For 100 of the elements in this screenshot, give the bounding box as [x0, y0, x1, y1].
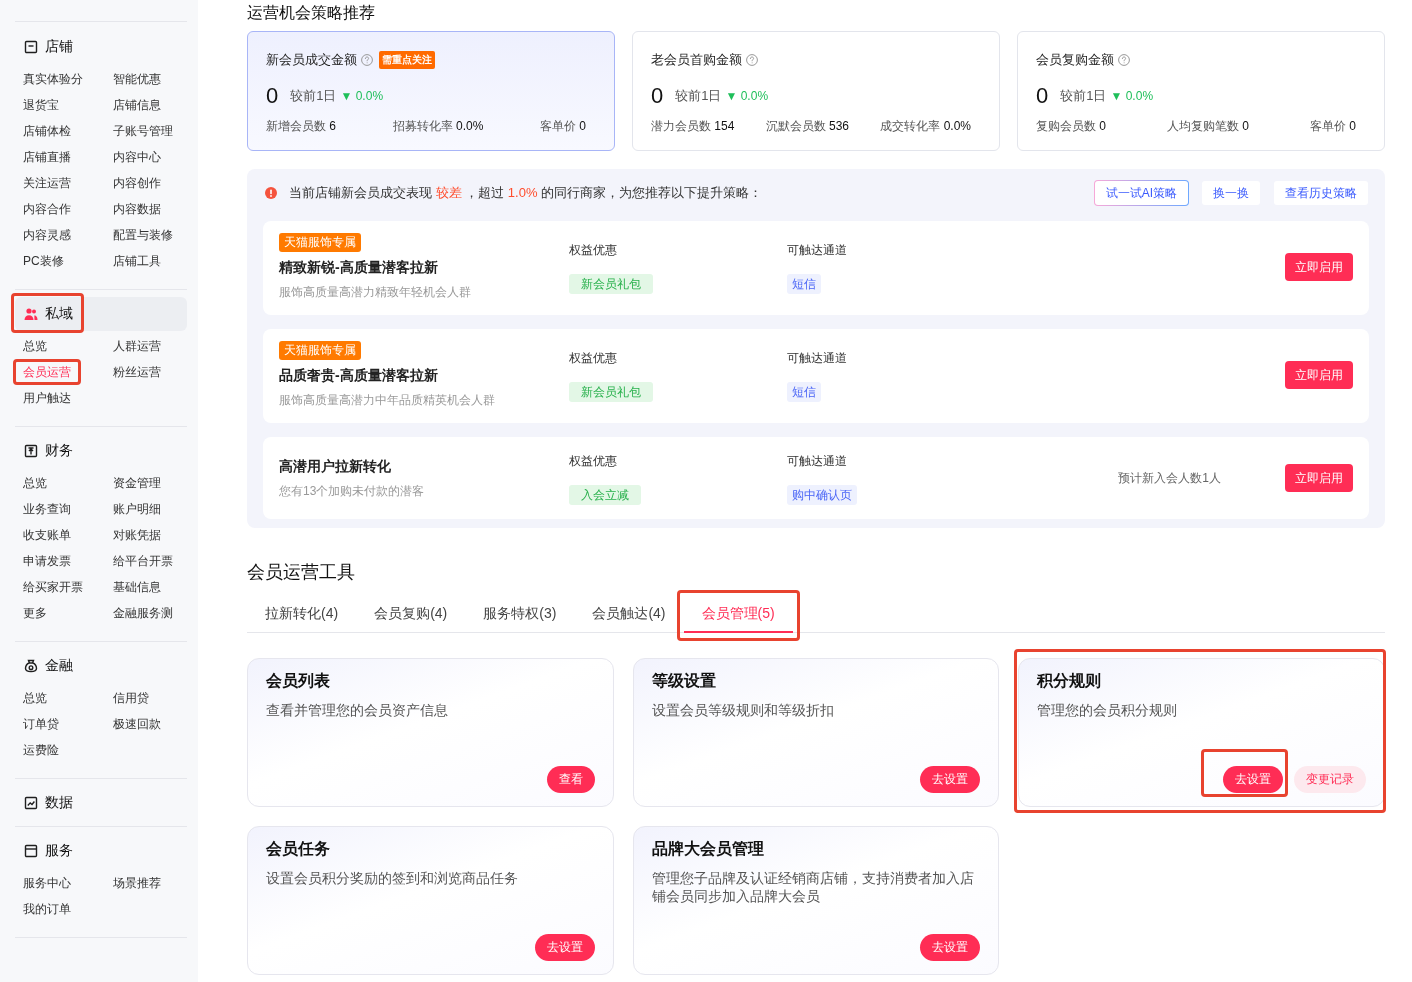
sidebar-link[interactable]: 我的订单 [23, 900, 71, 918]
enable-button[interactable]: 立即启用 [1285, 253, 1353, 281]
sidebar-link[interactable]: 场景推荐 [113, 874, 161, 892]
sidebar-link[interactable]: 内容灵感 [23, 226, 71, 244]
sidebar-link[interactable]: 给平台开票 [113, 552, 173, 570]
sidebar-link[interactable]: 内容数据 [113, 200, 161, 218]
sidebar-link[interactable]: 极速回款 [113, 715, 161, 733]
metric-stat: 复购会员数 0 [1036, 118, 1107, 134]
sidebar-link[interactable]: 收支账单 [23, 526, 71, 544]
sidebar-link[interactable]: 内容中心 [113, 148, 161, 166]
sidebar-group-header[interactable]: 数据 [15, 786, 187, 820]
metric-title: 会员复购金额 [1036, 51, 1114, 69]
money-bag-icon [24, 659, 38, 673]
sidebar-link[interactable]: 服务中心 [23, 874, 71, 892]
sidebar-link[interactable]: 内容合作 [23, 200, 71, 218]
sidebar-link[interactable]: PC装修 [23, 252, 64, 270]
tool-description: 设置会员等级规则和等级折扣 [651, 701, 835, 719]
sidebar-link[interactable]: 总览 [23, 474, 47, 492]
strategy-description: 服饰高质量高潜力中年品质精英机会人群 [279, 392, 495, 409]
sidebar-link[interactable]: 店铺体检 [23, 122, 71, 140]
sidebar-link[interactable]: 人群运营 [113, 337, 161, 355]
sidebar-link[interactable]: 更多 [23, 604, 47, 622]
metric-stat: 招募转化率 0.0% [392, 118, 484, 134]
window-icon [24, 844, 38, 858]
primary-button[interactable]: 去设置 [920, 934, 981, 961]
sidebar-group-header[interactable]: 服务 [15, 834, 187, 868]
attention-badge: 需重点关注 [379, 51, 435, 69]
benefit-tag: 新会员礼包 [569, 382, 653, 402]
tool-title: 会员列表 [266, 671, 330, 691]
sidebar-link[interactable]: 配置与装修 [113, 226, 173, 244]
sidebar-link[interactable]: 智能优惠 [113, 70, 161, 88]
enable-button[interactable]: 立即启用 [1285, 361, 1353, 389]
strategy-tag: 天猫服饰专属 [279, 341, 361, 360]
sidebar-link[interactable]: 店铺工具 [113, 252, 161, 270]
change-rate: ▼ 0.0% [340, 89, 384, 103]
sidebar-link[interactable]: 申请发票 [23, 552, 71, 570]
sidebar-link[interactable]: 退货宝 [23, 96, 59, 114]
strategy-tag: 天猫服饰专属 [279, 233, 361, 252]
sidebar-group-header[interactable]: 财务 [15, 434, 187, 468]
metric-card[interactable]: 新会员成交金额 需重点关注 0 较前1日 ▼ 0.0% 新增会员数 6 招募转化率 0.0% 客单价 0 [247, 31, 615, 151]
metric-stat: 人均复购笔数 0 [1167, 118, 1249, 134]
metric-stat: 潜力会员数 154 [651, 118, 735, 134]
tool-description: 设置会员积分奖励的签到和浏览商品任务 [266, 869, 519, 887]
help-icon[interactable] [361, 54, 373, 66]
sidebar-link[interactable]: 业务查询 [23, 500, 71, 518]
estimate-text: 预计新入会人数1人 [1118, 469, 1221, 487]
sidebar-link[interactable]: 店铺信息 [113, 96, 161, 114]
primary-button[interactable]: 去设置 [534, 934, 595, 961]
metric-title: 新会员成交金额 [266, 51, 357, 69]
benefit-label: 权益优惠 [569, 242, 617, 259]
sidebar-link[interactable]: 总览 [23, 337, 47, 355]
sidebar-link[interactable]: 关注运营 [23, 174, 71, 192]
sidebar-link[interactable]: 信用贷 [113, 689, 149, 707]
sidebar-link[interactable]: 金融服务测 [113, 604, 173, 622]
sidebar-group-header[interactable]: 店铺 [15, 30, 187, 64]
metric-card[interactable]: 会员复购金额 0 较前1日 ▼ 0.0% 复购会员数 0 人均复购笔数 0 客单价 0 [1017, 31, 1385, 151]
users-icon [24, 307, 38, 321]
strategy-description: 您有13个加购未付款的潜客 [279, 483, 425, 500]
ai-strategy-button[interactable]: 试一试AI策略 [1093, 180, 1189, 206]
sidebar-link[interactable]: 子账号管理 [113, 122, 173, 140]
sidebar-link[interactable]: 总览 [23, 689, 47, 707]
strategy-description: 服饰高质量高潜力精致年轻机会人群 [279, 284, 471, 301]
strategy-action-button[interactable]: 查看历史策略 [1273, 180, 1369, 206]
primary-button[interactable]: 去设置 [920, 766, 981, 793]
primary-button[interactable]: 查看 [546, 766, 595, 793]
tool-description: 管理您的会员积分规则 [1037, 701, 1179, 719]
sidebar-link[interactable]: 粉丝运营 [113, 363, 161, 381]
tab[interactable]: 会员触达(4) [574, 596, 684, 633]
tab[interactable]: 会员管理(5) [683, 596, 793, 633]
sidebar-link[interactable]: 会员运营 [23, 363, 71, 381]
help-icon[interactable] [746, 54, 758, 66]
sidebar-link[interactable]: 运费险 [23, 741, 59, 759]
metric-value: 0 [651, 84, 664, 108]
sidebar-group-header[interactable]: 金融 [15, 649, 187, 683]
sidebar-link[interactable]: 店铺直播 [23, 148, 71, 166]
sidebar-link[interactable]: 资金管理 [113, 474, 161, 492]
strategy-action-button[interactable]: 换一换 [1201, 180, 1261, 206]
tool-title: 会员任务 [266, 839, 330, 859]
chart-icon [24, 796, 38, 810]
sidebar-link[interactable]: 基础信息 [113, 578, 161, 596]
sidebar-link[interactable]: 真实体验分 [23, 70, 83, 88]
metric-card[interactable]: 老会员首购金额 0 较前1日 ▼ 0.0% 潜力会员数 154 沉默会员数 536 成交转化率 0.0% [632, 31, 1000, 151]
channel-tag: 购中确认页 [787, 485, 857, 505]
help-icon[interactable] [1118, 54, 1130, 66]
sidebar-link[interactable]: 用户触达 [23, 389, 71, 407]
tab[interactable]: 拉新转化(4) [247, 596, 357, 633]
metric-value: 0 [266, 84, 279, 108]
sidebar-link[interactable]: 内容创作 [113, 174, 161, 192]
tab[interactable]: 服务特权(3) [465, 596, 575, 633]
tab[interactable]: 会员复购(4) [356, 596, 466, 633]
sidebar-link[interactable]: 给买家开票 [23, 578, 83, 596]
channel-tag: 短信 [787, 274, 821, 294]
benefit-tag: 新会员礼包 [569, 274, 653, 294]
enable-button[interactable]: 立即启用 [1285, 464, 1353, 492]
channel-label: 可触达通道 [787, 350, 847, 367]
sidebar-link[interactable]: 订单贷 [23, 715, 59, 733]
sidebar-link[interactable]: 对账凭据 [113, 526, 161, 544]
sidebar-link[interactable]: 账户明细 [113, 500, 161, 518]
section-title: 会员运营工具 [247, 561, 355, 584]
page-heading: 运营机会策略推荐 [247, 3, 375, 23]
